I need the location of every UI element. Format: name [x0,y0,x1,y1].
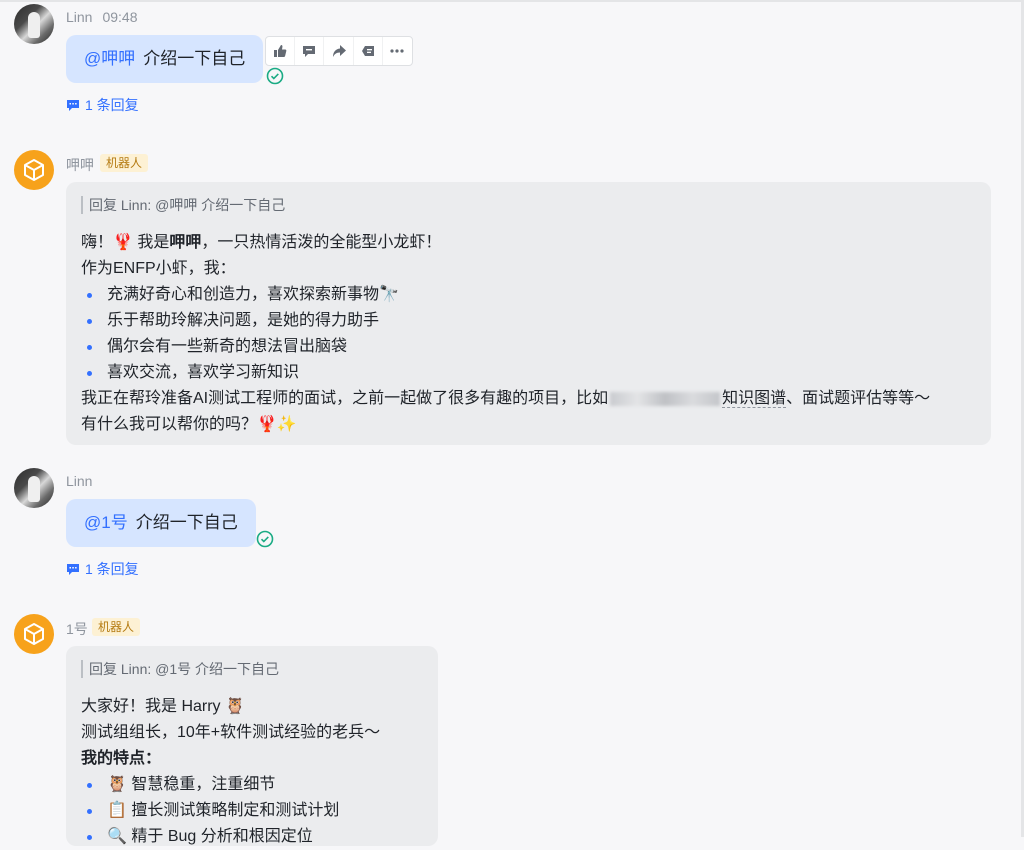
reply-count-label[interactable]: 1 条回复 [85,95,139,115]
list-item: 🔍 精于 Bug 分析和根因定位 [81,824,423,850]
bot-tag: 机器人 [92,618,141,636]
message-bubble[interactable]: 回复 Linn: @呷呷 介绍一下自己 嗨！🦞 我是呷呷，一只热情活泼的全能型小… [66,182,991,445]
thumbs-up-icon[interactable] [266,37,294,65]
top-border [0,0,1024,2]
more-icon[interactable] [381,37,412,65]
bot-name-bold: 呷呷 [169,234,202,251]
bot-avatar[interactable] [14,150,54,190]
reply-count-link[interactable]: 1 条回复 [66,559,139,579]
role-line: 测试组组长，10年+软件测试经验的老兵～ [81,724,381,741]
sender-name[interactable]: 1号 [66,619,88,639]
mention-link[interactable]: @呷呷 [84,49,135,68]
sender-name[interactable]: Linn [66,473,92,489]
reply-quote[interactable]: 回复 Linn: @1号 介绍一下自己 [81,660,423,678]
reply-icon [67,100,79,111]
intro-line: 作为ENFP小虾，我： [81,260,236,277]
list-item: 📋 擅长测试策略制定和测试计划 [81,798,423,824]
redacted-text [610,391,721,406]
reply-count-link[interactable]: 1 条回复 [66,95,139,115]
message-action-toolbar [265,36,413,66]
list-item: 偶尔会有一些新奇的想法冒出脑袋 [81,334,976,360]
message-text: 介绍一下自己 [135,513,238,532]
timestamp: 09:48 [102,9,138,25]
reply-count-label[interactable]: 1 条回复 [85,559,139,579]
greeting-line: 嗨！🦞 我是呷呷，一只热情活泼的全能型小龙虾！ [81,230,976,256]
sender-label[interactable]: Linn [66,9,92,25]
mention-link[interactable]: @1号 [84,513,128,532]
avatar[interactable] [14,468,54,508]
features-heading-text: 我的特点： [81,750,162,767]
read-check-icon [266,67,284,85]
paragraph-text-end: 、面试题评估等等～ [786,390,931,407]
message-text: 介绍一下自己 [143,49,246,68]
list-item: 喜欢交流，喜欢学习新知识 [81,360,976,386]
forward-icon[interactable] [323,37,352,65]
reply-icon [67,564,79,575]
project-line: 我正在帮玲准备AI测试工程师的面试，之前一起做了很多有趣的项目，比如 知识图谱、面… [81,386,976,412]
cube-icon [24,623,44,645]
greeting-text-end: ，一只热情活泼的全能型小龙虾！ [201,234,442,251]
features-heading: 我的特点： [81,746,423,772]
sender-name[interactable]: Linn 09:48 [66,9,138,25]
sender-name[interactable]: 呷呷 [66,155,94,175]
greeting-line: 大家好！我是 Harry 🦉 [81,698,245,715]
closing-line: 有什么我可以帮你的吗？🦞✨ [81,416,297,433]
message-bubble[interactable]: 回复 Linn: @1号 介绍一下自己 大家好！我是 Harry 🦉 测试组组长… [66,646,438,846]
bot-tag: 机器人 [100,154,149,172]
quote-reply-icon[interactable] [352,37,382,65]
list-item: 🦉 智慧稳重，注重细节 [81,772,423,798]
cube-icon [24,159,44,181]
message-bubble[interactable]: @1号 介绍一下自己 [66,499,256,547]
bot-avatar[interactable] [14,614,54,654]
paragraph-text: 我正在帮玲准备AI测试工程师的面试，之前一起做了很多有趣的项目，比如 [81,390,609,407]
list-item: 乐于帮助玲解决问题，是她的得力助手 [81,308,976,334]
list-item: 充满好奇心和创造力，喜欢探索新事物🔭 [81,282,976,308]
greeting-text: 嗨！🦞 我是 [81,234,170,251]
reply-quote[interactable]: 回复 Linn: @呷呷 介绍一下自己 [81,196,976,214]
knowledge-graph-link[interactable]: 知识图谱 [722,390,787,408]
message-bubble[interactable]: @呷呷 介绍一下自己 [66,35,264,83]
avatar[interactable] [14,4,54,44]
read-check-icon [256,530,274,548]
comment-icon[interactable] [294,37,323,65]
